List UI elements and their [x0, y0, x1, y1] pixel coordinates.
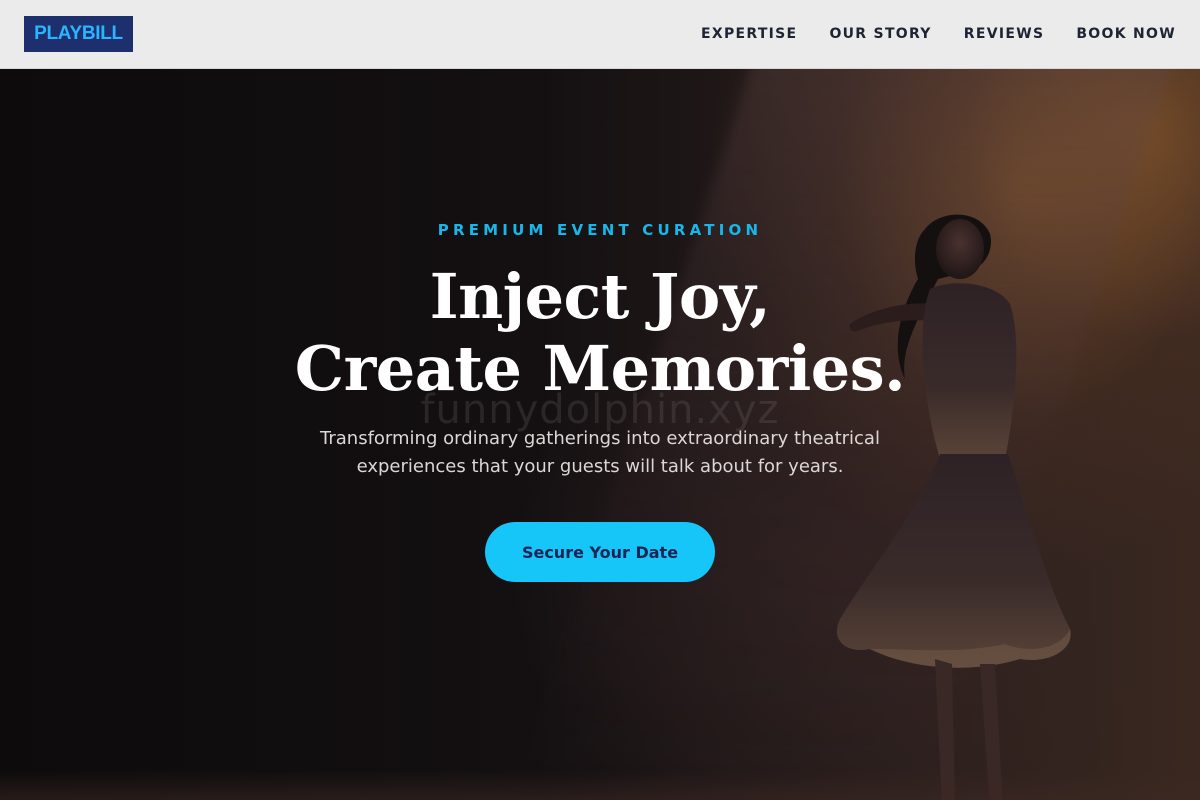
hero-eyebrow: PREMIUM EVENT CURATION — [437, 221, 763, 239]
site-header: PLAYBILL EXPERTISE OUR STORY REVIEWS BOO… — [0, 0, 1200, 69]
stage-floor — [0, 770, 1200, 800]
hero-headline: Inject Joy, Create Memories. — [0, 261, 1200, 405]
nav-item-reviews[interactable]: REVIEWS — [964, 26, 1045, 42]
nav-item-our-story[interactable]: OUR STORY — [829, 26, 931, 42]
brand-logo[interactable]: PLAYBILL — [24, 16, 133, 52]
hero-headline-line1: Inject Joy, — [429, 260, 771, 333]
nav-item-expertise[interactable]: EXPERTISE — [701, 26, 797, 42]
hero-subtitle: Transforming ordinary gatherings into ex… — [320, 428, 880, 477]
landing-page: PLAYBILL EXPERTISE OUR STORY REVIEWS BOO… — [0, 0, 1200, 800]
main-nav: EXPERTISE OUR STORY REVIEWS BOOK NOW — [701, 0, 1176, 68]
nav-item-book-now[interactable]: BOOK NOW — [1076, 26, 1176, 42]
secure-your-date-button[interactable]: Secure Your Date — [485, 522, 715, 582]
hero-section: PREMIUM EVENT CURATION Inject Joy, Creat… — [0, 69, 1200, 800]
